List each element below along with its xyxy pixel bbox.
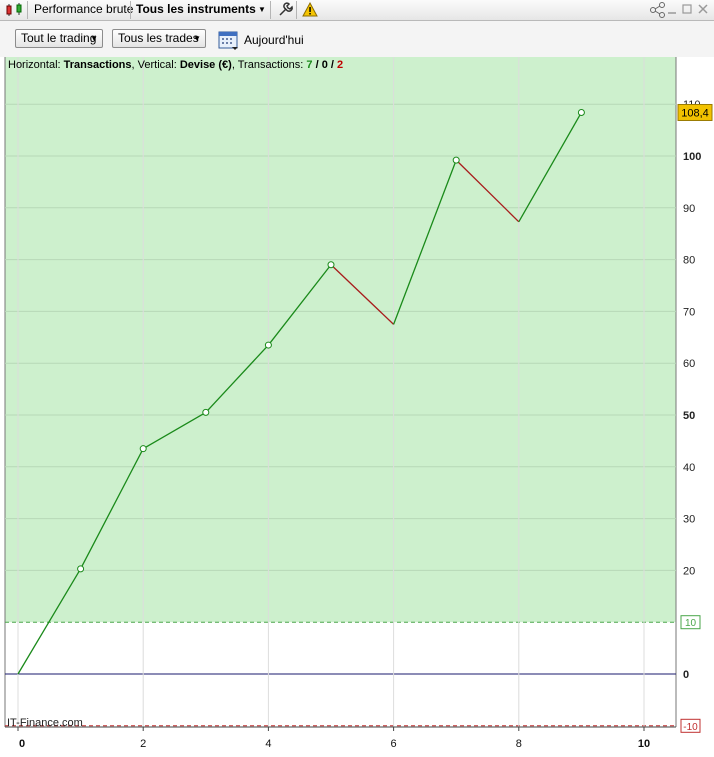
y-tick-label: 10 <box>685 618 697 629</box>
x-tick-label: 2 <box>140 738 146 750</box>
y-tick-label: 80 <box>683 255 695 267</box>
series-point <box>264 341 272 349</box>
x-tick-label: 4 <box>265 738 271 750</box>
top-bar: Performance brute Tous les instruments ▼ <box>0 0 714 21</box>
x-tick-label: 6 <box>391 738 397 750</box>
trading-filter-label: Tout le trading <box>21 31 97 45</box>
maximize-icon[interactable] <box>682 4 692 14</box>
series-point <box>77 565 85 573</box>
warning-icon[interactable] <box>302 0 318 20</box>
share-icon[interactable] <box>648 0 668 20</box>
wrench-icon[interactable] <box>276 0 294 20</box>
performance-title: Performance brute <box>34 2 134 16</box>
y-tick-label: 100 <box>683 151 701 163</box>
chevron-down-icon: ▼ <box>193 34 201 43</box>
horizontal-value: Transactions <box>63 59 132 71</box>
current-value-label: 108,4 <box>681 107 709 119</box>
y-tick-label: -10 <box>683 722 698 733</box>
y-tick-label: 20 <box>683 565 695 577</box>
y-tick-label: 40 <box>683 462 695 474</box>
chevron-down-icon: ▼ <box>90 34 98 43</box>
instruments-dropdown[interactable]: Tous les instruments <box>136 0 256 20</box>
value-badges: 108,4 <box>677 103 713 121</box>
series-point <box>577 108 585 116</box>
transactions-zero: 0 <box>321 59 328 71</box>
filter-toolbar: Tout le trading ▼ Tous les trades ▼ Aujo… <box>0 21 714 57</box>
date-label[interactable]: Aujourd'hui <box>244 33 304 47</box>
series-point <box>327 261 335 269</box>
y-tick-label: 70 <box>683 306 695 318</box>
series-point <box>452 156 460 164</box>
chart-info: Horizontal: Transactions, Vertical: Devi… <box>8 59 344 71</box>
y-tick-label: 0 <box>683 669 689 681</box>
y-tick-label: 60 <box>683 358 695 370</box>
x-tick-label: 0 <box>19 738 25 750</box>
chevron-down-icon[interactable]: ▼ <box>258 0 266 20</box>
y-tick-label: 50 <box>683 410 695 422</box>
candlestick-icon <box>6 3 22 16</box>
calendar-icon[interactable] <box>218 29 240 51</box>
x-tick-label: 8 <box>516 738 522 750</box>
series-point <box>202 408 210 416</box>
y-tick-label: 90 <box>683 203 695 215</box>
window-controls <box>668 4 708 14</box>
trading-filter-dropdown[interactable]: Tout le trading ▼ <box>15 29 103 48</box>
trades-filter-dropdown[interactable]: Tous les trades ▼ <box>112 29 206 48</box>
series-point <box>139 445 147 453</box>
y-tick-label: 30 <box>683 514 695 526</box>
trades-filter-label: Tous les trades <box>118 31 199 45</box>
transactions-green: 7 <box>306 59 313 71</box>
performance-chart: -1001020304050607080901001100246810 108,… <box>0 57 714 757</box>
watermark: IT-Finance.com <box>7 717 83 729</box>
positive-zone <box>5 57 676 623</box>
chart-svg: -1001020304050607080901001100246810 108,… <box>4 57 713 750</box>
x-tick-label: 10 <box>638 738 650 750</box>
vertical-value: Devise (€) <box>179 59 232 71</box>
close-icon[interactable] <box>698 4 708 14</box>
transactions-red: 2 <box>337 59 344 71</box>
